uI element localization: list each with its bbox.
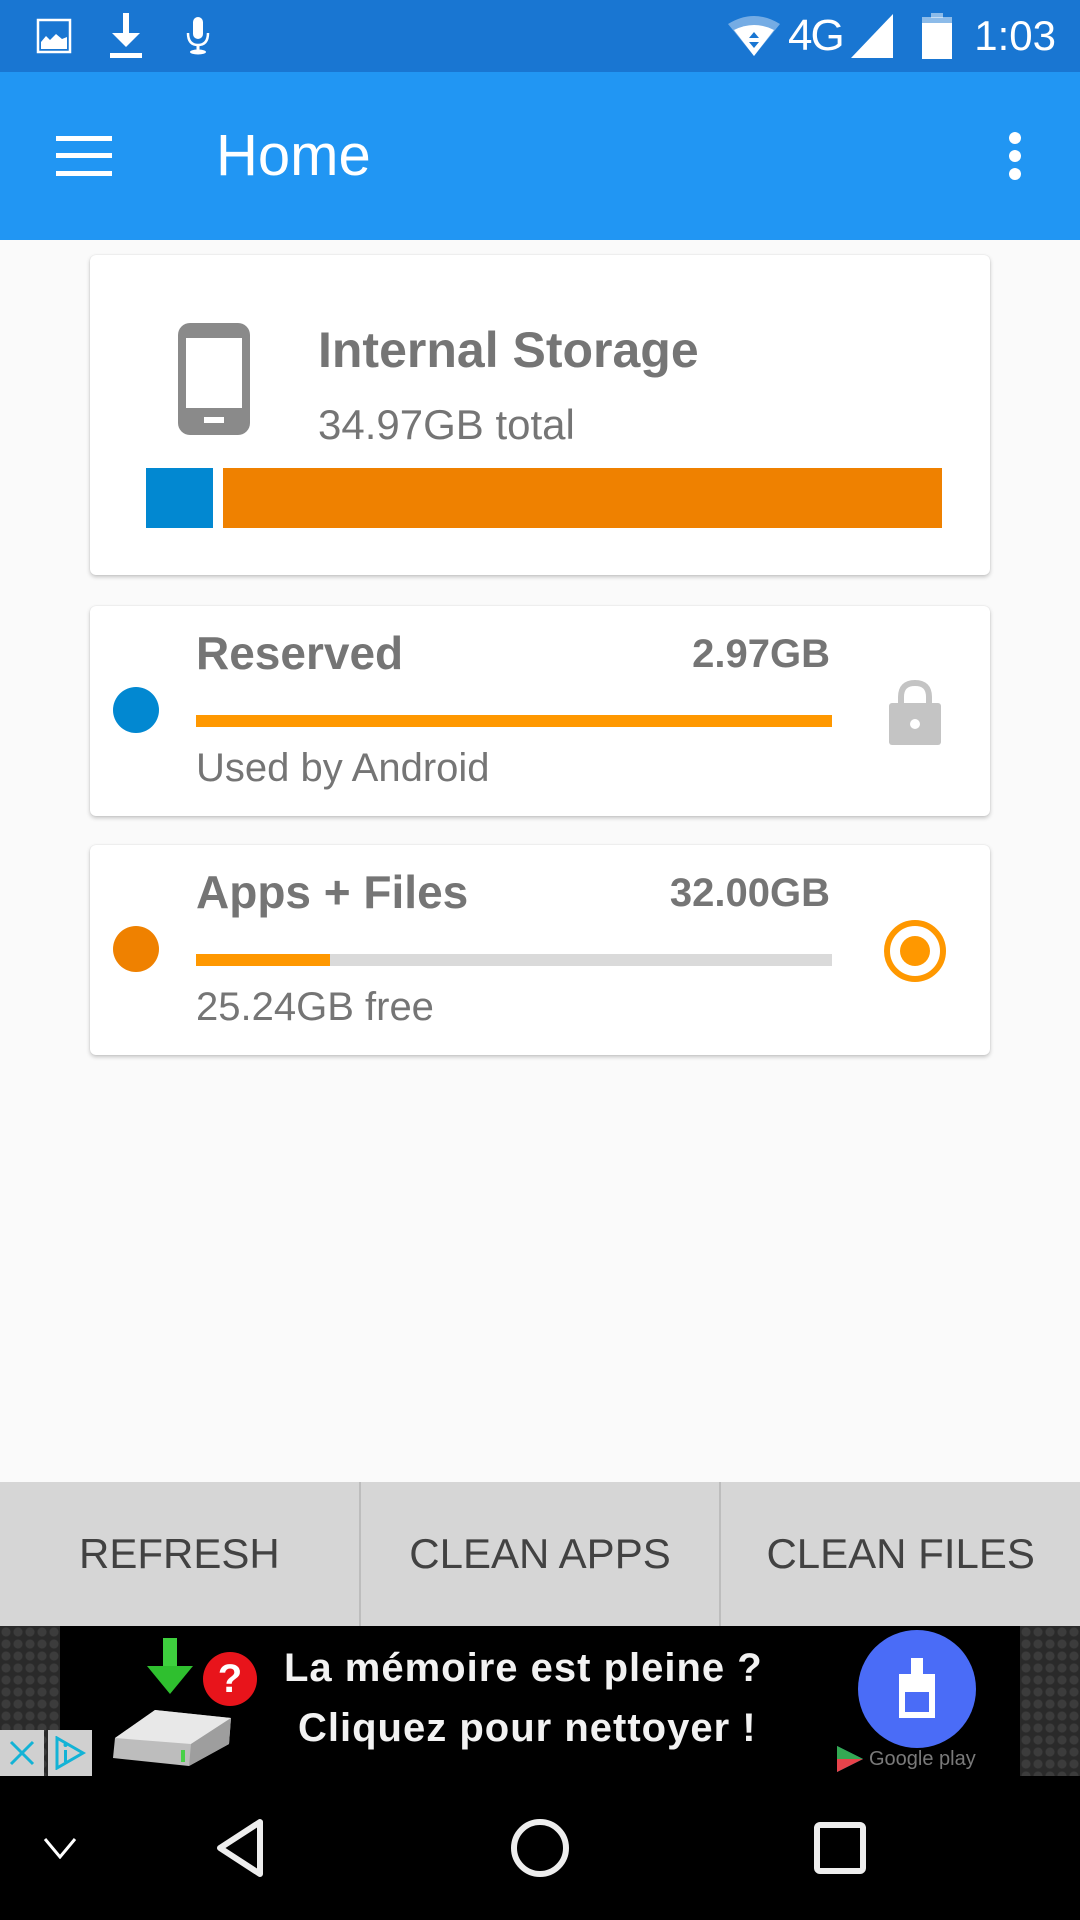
reserved-subtitle: Used by Android [196, 746, 490, 790]
hamburger-menu-icon[interactable] [40, 116, 128, 196]
back-icon[interactable] [200, 1776, 280, 1920]
apps-files-title: Apps + Files [196, 866, 469, 918]
more-vert-icon[interactable] [980, 116, 1050, 196]
storage-segment-reserved [146, 468, 213, 528]
wifi-icon [726, 0, 782, 72]
phone-icon [178, 323, 250, 440]
storage-breakdown-bar [146, 468, 942, 528]
apps-files-color-dot [113, 926, 159, 972]
action-button-bar: REFRESH CLEAN APPS CLEAN FILES [0, 1482, 1080, 1626]
apps-files-card[interactable]: Apps + Files 32.00GB 25.24GB free [90, 845, 990, 1055]
ad-subline: Cliquez pour nettoyer ! [298, 1706, 757, 1750]
apps-files-size: 32.00GB [669, 871, 830, 915]
recents-icon[interactable] [800, 1776, 880, 1920]
navigation-bar [0, 1776, 1080, 1920]
internal-storage-card[interactable]: Internal Storage 34.97GB total [90, 255, 990, 575]
google-play-label: Google play [869, 1747, 976, 1770]
image-icon [34, 0, 74, 72]
ad-headline: La mémoire est pleine ? [284, 1646, 763, 1690]
storage-segment-apps-files [222, 468, 942, 528]
download-icon [108, 0, 144, 72]
reserved-card[interactable]: Reserved 2.97GB Used by Android [90, 606, 990, 816]
apps-files-subtitle: 25.24GB free [196, 985, 434, 1029]
microphone-icon [184, 0, 212, 72]
refresh-button[interactable]: REFRESH [0, 1482, 359, 1626]
ad-close-icon[interactable] [0, 1730, 44, 1776]
reserved-usage-bar [196, 715, 832, 727]
hard-drive-icon [105, 1704, 235, 1773]
network-type: 4G [788, 11, 845, 60]
reserved-size: 2.97GB [692, 632, 830, 676]
signal-icon [850, 0, 894, 72]
home-icon[interactable] [500, 1776, 580, 1920]
apps-files-usage-fill [196, 954, 330, 966]
lock-icon [880, 674, 950, 750]
clock: 1:03 [974, 12, 1056, 59]
cleaner-app-icon [858, 1630, 976, 1748]
storage-total: 34.97GB total [318, 401, 575, 448]
ad-choices-icon[interactable] [48, 1730, 92, 1776]
clean-files-button[interactable]: CLEAN FILES [719, 1482, 1080, 1626]
storage-title: Internal Storage [318, 322, 699, 378]
app-toolbar: Home [0, 72, 1080, 240]
screen: 4G 1:03 Home Internal Storage 34.97GB to… [0, 0, 1080, 1920]
reserved-usage-fill [196, 715, 832, 727]
reserved-title: Reserved [196, 627, 404, 679]
clean-apps-button[interactable]: CLEAN APPS [358, 1482, 720, 1626]
google-play-badge: Google play [835, 1744, 976, 1774]
battery-icon [922, 0, 952, 72]
reserved-color-dot [113, 687, 159, 733]
download-arrow-icon [145, 1638, 195, 1701]
chevron-down-icon[interactable] [30, 1776, 90, 1920]
ad-banner-area: ? La mémoire est pleine ? Cliquez pour n… [0, 1626, 1080, 1776]
apps-files-usage-bar [196, 954, 832, 966]
page-title: Home [216, 123, 371, 188]
radio-selected-icon[interactable] [880, 913, 950, 989]
question-badge: ? [203, 1652, 257, 1706]
status-bar: 4G 1:03 [0, 0, 1080, 72]
ad-banner[interactable]: ? La mémoire est pleine ? Cliquez pour n… [60, 1626, 1020, 1776]
